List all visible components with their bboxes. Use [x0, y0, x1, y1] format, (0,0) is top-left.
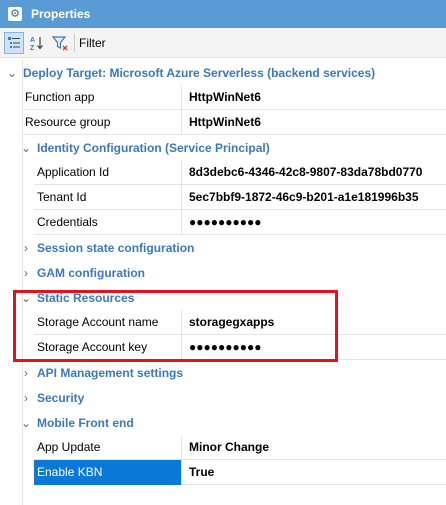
- property-row-app-update[interactable]: App Update Minor Change: [34, 434, 446, 460]
- property-value-masked[interactable]: ●●●●●●●●●●: [182, 335, 261, 360]
- property-row-application-id[interactable]: Application Id 8d3debc6-4346-42c8-9807-8…: [34, 159, 446, 185]
- property-row-storage-account-name[interactable]: Storage Account name storagegxapps: [34, 309, 446, 335]
- chevron-down-icon[interactable]: ⌄: [7, 66, 17, 80]
- svg-text:Z: Z: [30, 45, 35, 51]
- category-label: Identity Configuration (Service Principa…: [37, 140, 270, 155]
- chevron-down-icon[interactable]: ⌄: [21, 416, 31, 430]
- property-name: Credentials: [34, 209, 182, 235]
- category-label: Security: [37, 390, 85, 405]
- filter-toggle-button[interactable]: [50, 32, 70, 54]
- property-value[interactable]: 8d3debc6-4346-42c8-9807-83da78bd0770: [182, 160, 422, 185]
- property-grid: ⌄ Deploy Target: Microsoft Azure Serverl…: [0, 60, 446, 505]
- category-label: GAM configuration: [37, 265, 145, 280]
- category-identity-configuration[interactable]: ⌄ Identity Configuration (Service Princi…: [0, 135, 446, 160]
- property-value[interactable]: 5ec7bbf9-1872-46c9-b201-a1e181996b35: [182, 185, 419, 210]
- property-row-resource-group[interactable]: Resource group HttpWinNet6: [22, 109, 446, 135]
- chevron-right-icon[interactable]: ›: [21, 391, 31, 405]
- filter-label[interactable]: Filter: [79, 36, 106, 50]
- category-security[interactable]: › Security: [0, 385, 446, 410]
- category-label: Mobile Front end: [37, 415, 134, 430]
- property-value[interactable]: HttpWinNet6: [182, 85, 261, 110]
- property-name: Tenant Id: [34, 184, 182, 210]
- category-api-management[interactable]: › API Management settings: [0, 360, 446, 385]
- category-label: Static Resources: [37, 290, 135, 305]
- chevron-right-icon[interactable]: ›: [21, 241, 31, 255]
- property-row-storage-account-key[interactable]: Storage Account key ●●●●●●●●●●: [34, 334, 446, 360]
- category-label: API Management settings: [37, 365, 184, 380]
- property-name: Storage Account key: [34, 334, 182, 360]
- category-deploy-target[interactable]: ⌄ Deploy Target: Microsoft Azure Serverl…: [0, 60, 446, 85]
- chevron-right-icon[interactable]: ›: [21, 366, 31, 380]
- property-value[interactable]: HttpWinNet6: [182, 110, 261, 135]
- window-title: Properties: [31, 7, 91, 21]
- categorized-list-icon: [8, 36, 20, 48]
- category-label: Deploy Target: Microsoft Azure Serverles…: [23, 65, 376, 80]
- property-name: Enable KBN: [34, 459, 182, 485]
- property-value[interactable]: Minor Change: [182, 435, 269, 460]
- chevron-right-icon[interactable]: ›: [21, 266, 31, 280]
- property-row-tenant-id[interactable]: Tenant Id 5ec7bbf9-1872-46c9-b201-a1e181…: [34, 184, 446, 210]
- property-name: App Update: [34, 434, 182, 460]
- property-name: Resource group: [22, 109, 182, 135]
- category-gam-configuration[interactable]: › GAM configuration: [0, 260, 446, 285]
- categorized-view-button[interactable]: [4, 31, 24, 54]
- property-value[interactable]: storagegxapps: [182, 310, 274, 335]
- chevron-down-icon[interactable]: ⌄: [21, 291, 31, 305]
- sort-az-icon: A Z: [30, 36, 43, 51]
- property-value-masked[interactable]: ●●●●●●●●●●: [182, 210, 261, 235]
- category-mobile-front-end[interactable]: ⌄ Mobile Front end: [0, 410, 446, 435]
- property-name: Function app: [22, 84, 182, 110]
- toolbar-separator: [74, 33, 75, 52]
- svg-text:A: A: [30, 37, 35, 44]
- gear-icon: ⚙: [8, 7, 22, 21]
- properties-toolbar: A Z Filter: [0, 28, 446, 58]
- property-row-credentials[interactable]: Credentials ●●●●●●●●●●: [34, 209, 446, 235]
- property-value[interactable]: True: [182, 460, 214, 485]
- property-name: Application Id: [34, 159, 182, 185]
- property-row-function-app[interactable]: Function app HttpWinNet6: [22, 84, 446, 110]
- property-row-enable-kbn[interactable]: Enable KBN True: [34, 459, 446, 485]
- filter-funnel-icon: [52, 35, 68, 50]
- properties-titlebar: ⚙ Properties: [0, 0, 446, 28]
- category-static-resources[interactable]: ⌄ Static Resources: [0, 285, 446, 310]
- category-label: Session state configuration: [37, 240, 195, 255]
- category-session-state[interactable]: › Session state configuration: [0, 235, 446, 260]
- property-name: Storage Account name: [34, 309, 182, 335]
- alphabetical-sort-button[interactable]: A Z: [27, 32, 47, 54]
- chevron-down-icon[interactable]: ⌄: [21, 141, 31, 155]
